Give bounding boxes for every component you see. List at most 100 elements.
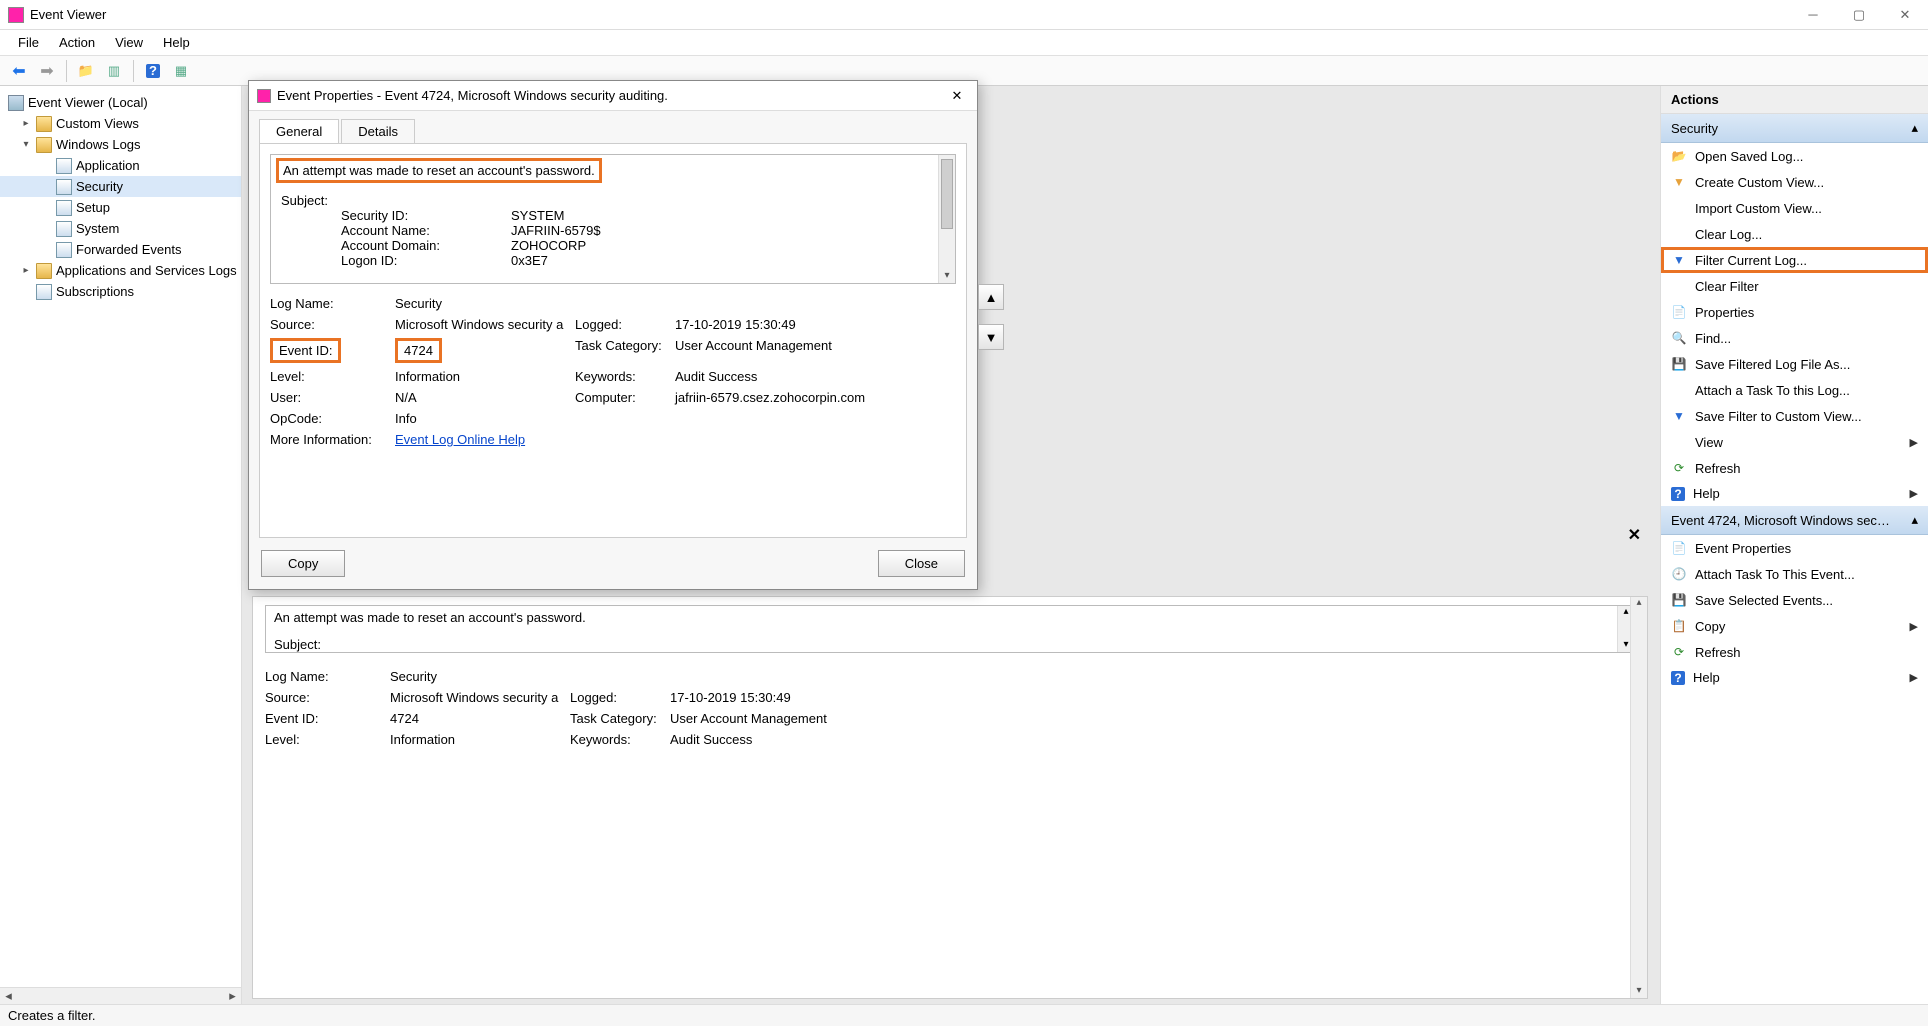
- scroll-thumb[interactable]: [941, 159, 953, 229]
- action-view[interactable]: View ▶: [1661, 429, 1928, 455]
- tree-label: Forwarded Events: [76, 242, 182, 257]
- collapse-icon[interactable]: ▴: [1911, 120, 1918, 136]
- lower-general-panel: ✕ An attempt was made to reset an accoun…: [252, 596, 1648, 999]
- lower-scrollbar[interactable]: ▴ ▾: [1630, 597, 1647, 998]
- minimize-button[interactable]: ─: [1790, 0, 1836, 30]
- log-icon: [56, 179, 72, 195]
- action-save-filter-custom[interactable]: ▼ Save Filter to Custom View...: [1661, 403, 1928, 429]
- action-label: Help: [1693, 486, 1720, 501]
- tree-root[interactable]: Event Viewer (Local): [0, 92, 241, 113]
- lbl-logged: Logged:: [575, 317, 675, 332]
- action-label: Filter Current Log...: [1695, 253, 1807, 268]
- chevron-right-icon: ▶: [1910, 436, 1918, 449]
- tree-forwarded[interactable]: Forwarded Events: [0, 239, 241, 260]
- up-button[interactable]: 📁: [73, 59, 99, 83]
- action-copy[interactable]: 📋 Copy ▶: [1661, 613, 1928, 639]
- tree-system[interactable]: System: [0, 218, 241, 239]
- collapse-icon[interactable]: ▾: [20, 139, 32, 150]
- action-find[interactable]: 🔍 Find...: [1661, 325, 1928, 351]
- action-refresh[interactable]: ⟳ Refresh: [1661, 455, 1928, 481]
- scroll-down-icon[interactable]: ▾: [1631, 985, 1647, 996]
- action-event-properties[interactable]: 📄 Event Properties: [1661, 535, 1928, 561]
- val-taskcat: User Account Management: [670, 711, 870, 726]
- action-filter-current-log[interactable]: ▼ Filter Current Log...: [1661, 247, 1928, 273]
- tree-setup[interactable]: Setup: [0, 197, 241, 218]
- val-source: Microsoft Windows security a: [390, 690, 570, 705]
- show-hide-button[interactable]: ▥: [101, 59, 127, 83]
- menu-action[interactable]: Action: [49, 31, 105, 54]
- action-create-custom-view[interactable]: ▼ Create Custom View...: [1661, 169, 1928, 195]
- action-refresh-2[interactable]: ⟳ Refresh: [1661, 639, 1928, 665]
- expand-icon[interactable]: ▸: [20, 118, 32, 129]
- tab-details[interactable]: Details: [341, 119, 415, 143]
- val-keywords: Audit Success: [670, 732, 870, 747]
- scroll-left-icon[interactable]: ◂: [0, 988, 17, 1005]
- arrow-up-icon: ▲: [985, 290, 998, 305]
- action-properties[interactable]: 📄 Properties: [1661, 299, 1928, 325]
- panel-close-button[interactable]: ✕: [1628, 525, 1641, 545]
- menu-view[interactable]: View: [105, 31, 153, 54]
- refresh-button[interactable]: ▦: [168, 59, 194, 83]
- tree-custom-views[interactable]: ▸ Custom Views: [0, 113, 241, 134]
- back-button[interactable]: ⬅: [6, 59, 32, 83]
- action-help-2[interactable]: ? Help ▶: [1661, 665, 1928, 690]
- lbl-taskcat: Task Category:: [575, 338, 675, 363]
- lbl-level: Level:: [270, 369, 395, 384]
- next-event-button[interactable]: ▼: [978, 324, 1004, 350]
- val-level: Information: [390, 732, 570, 747]
- tree-application[interactable]: Application: [0, 155, 241, 176]
- tab-general[interactable]: General: [259, 119, 339, 143]
- scroll-up-icon[interactable]: ▴: [1631, 597, 1647, 608]
- action-label: Attach Task To This Event...: [1695, 567, 1855, 582]
- action-import-custom-view[interactable]: Import Custom View...: [1661, 195, 1928, 221]
- action-save-selected[interactable]: 💾 Save Selected Events...: [1661, 587, 1928, 613]
- close-dialog-button[interactable]: Close: [878, 550, 965, 577]
- action-open-saved-log[interactable]: 📂 Open Saved Log...: [1661, 143, 1928, 169]
- val-eventid-text: 4724: [404, 343, 433, 358]
- scroll-down-icon[interactable]: ▾: [939, 270, 955, 281]
- desc-scrollbar[interactable]: ▾: [938, 155, 955, 283]
- tree-subscriptions[interactable]: Subscriptions: [0, 281, 241, 302]
- action-help[interactable]: ? Help ▶: [1661, 481, 1928, 506]
- tree-h-scrollbar[interactable]: ◂ ▸: [0, 987, 241, 1004]
- val-logged: 17-10-2019 15:30:49: [675, 317, 875, 332]
- collapse-icon[interactable]: ▴: [1911, 512, 1918, 528]
- menu-help[interactable]: Help: [153, 31, 200, 54]
- lbl-logname: Log Name:: [265, 669, 390, 684]
- dialog-icon: [257, 89, 271, 103]
- actions-group-security[interactable]: Security ▴: [1661, 114, 1928, 143]
- tree-security[interactable]: Security: [0, 176, 241, 197]
- action-label: Refresh: [1695, 461, 1741, 476]
- folder-open-icon: 📂: [1671, 148, 1687, 164]
- maximize-button[interactable]: ▢: [1836, 0, 1882, 30]
- log-icon: [56, 242, 72, 258]
- action-clear-log[interactable]: Clear Log...: [1661, 221, 1928, 247]
- dialog-close-button[interactable]: ✕: [945, 84, 969, 108]
- prev-event-button[interactable]: ▲: [978, 284, 1004, 310]
- menu-file[interactable]: File: [8, 31, 49, 54]
- more-info-link[interactable]: Event Log Online Help: [395, 432, 525, 447]
- actions-group-event[interactable]: Event 4724, Microsoft Windows secur... ▴: [1661, 506, 1928, 535]
- action-label: Refresh: [1695, 645, 1741, 660]
- lbl-source: Source:: [270, 317, 395, 332]
- expand-icon[interactable]: ▸: [20, 265, 32, 276]
- tree-apps-services[interactable]: ▸ Applications and Services Logs: [0, 260, 241, 281]
- chevron-right-icon: ▶: [1910, 671, 1918, 684]
- tree-windows-logs[interactable]: ▾ Windows Logs: [0, 134, 241, 155]
- action-save-filtered[interactable]: 💾 Save Filtered Log File As...: [1661, 351, 1928, 377]
- help-button[interactable]: ?: [140, 59, 166, 83]
- forward-button[interactable]: ➡: [34, 59, 60, 83]
- window-title: Event Viewer: [30, 7, 1790, 22]
- action-label: Attach a Task To this Log...: [1695, 383, 1850, 398]
- val-eventid: 4724: [395, 338, 575, 363]
- lbl-taskcat: Task Category:: [570, 711, 670, 726]
- action-clear-filter[interactable]: Clear Filter: [1661, 273, 1928, 299]
- val-eventid: 4724: [390, 711, 570, 726]
- action-attach-task-log[interactable]: Attach a Task To this Log...: [1661, 377, 1928, 403]
- action-label: Save Filtered Log File As...: [1695, 357, 1850, 372]
- close-button[interactable]: ✕: [1882, 0, 1928, 30]
- action-attach-task-event[interactable]: 🕘 Attach Task To This Event...: [1661, 561, 1928, 587]
- action-label: Copy: [1695, 619, 1725, 634]
- copy-button[interactable]: Copy: [261, 550, 345, 577]
- scroll-right-icon[interactable]: ▸: [224, 988, 241, 1005]
